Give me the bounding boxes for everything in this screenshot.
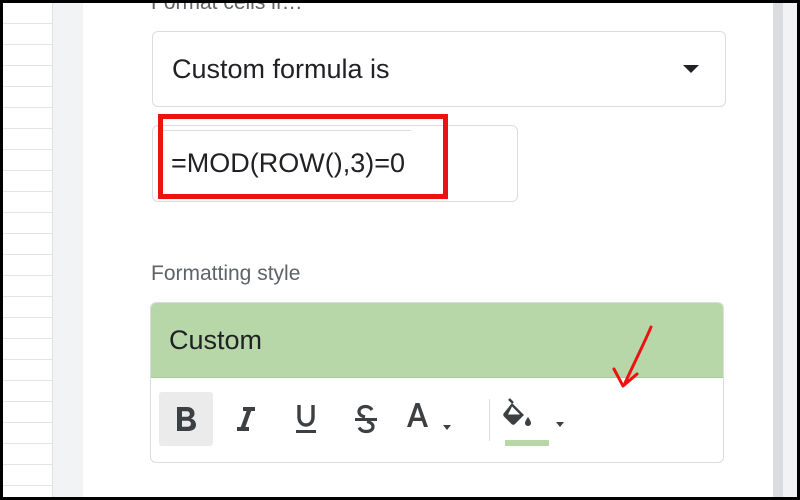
formula-value: =MOD(ROW(),3)=0 bbox=[171, 148, 406, 178]
condition-selected-value: Custom formula is bbox=[172, 53, 390, 84]
spreadsheet-grid[interactable] bbox=[3, 3, 53, 497]
format-strikethrough-icon bbox=[355, 404, 377, 434]
panel-gutter bbox=[53, 3, 83, 497]
style-preview-text: Custom bbox=[169, 324, 263, 355]
formatting-style-label: Formatting style bbox=[151, 262, 301, 285]
format-cells-if-label: Format cells if… bbox=[151, 3, 303, 15]
format-italic-icon bbox=[237, 407, 255, 431]
dropdown-arrow-icon bbox=[683, 65, 699, 73]
text-color-button[interactable] bbox=[399, 392, 469, 446]
input-top-line bbox=[161, 130, 411, 131]
formatting-style-box: Custom bbox=[150, 302, 724, 463]
text-color-icon bbox=[407, 403, 451, 430]
scrollbar-thumb[interactable] bbox=[773, 3, 783, 497]
strikethrough-button[interactable] bbox=[339, 392, 393, 446]
screenshot-frame: Format cells if… Custom formula is =MOD(… bbox=[3, 3, 797, 497]
underline-button[interactable] bbox=[279, 392, 333, 446]
style-toolbar bbox=[151, 379, 723, 462]
fill-color-icon bbox=[503, 398, 564, 427]
fill-color-button[interactable] bbox=[499, 392, 579, 446]
style-preview[interactable]: Custom bbox=[151, 303, 723, 378]
scrollbar-track[interactable] bbox=[773, 3, 797, 497]
format-bold-icon bbox=[177, 407, 196, 431]
fill-color-swatch bbox=[505, 440, 549, 446]
format-underline-icon bbox=[296, 405, 316, 433]
bold-button[interactable] bbox=[159, 392, 213, 446]
toolbar-divider bbox=[489, 399, 490, 441]
italic-button[interactable] bbox=[219, 392, 273, 446]
condition-dropdown[interactable]: Custom formula is bbox=[152, 31, 726, 107]
conditional-format-panel: Format cells if… Custom formula is =MOD(… bbox=[83, 3, 773, 497]
custom-formula-input[interactable]: =MOD(ROW(),3)=0 bbox=[152, 125, 518, 202]
